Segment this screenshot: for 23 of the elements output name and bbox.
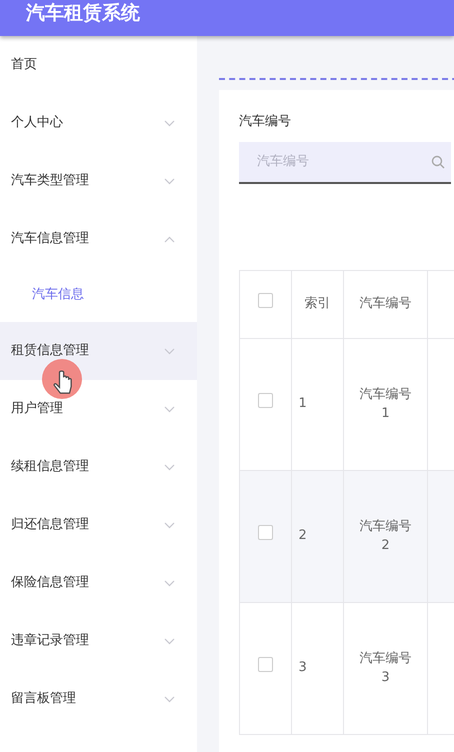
table-cell: 2 xyxy=(298,528,307,544)
table-cell-text: 汽车编号 2 xyxy=(358,518,412,555)
menu-item[interactable]: 汽车类型管理 xyxy=(0,152,197,210)
menu-item[interactable]: 用户管理 xyxy=(0,380,197,438)
menu-item[interactable]: 归还信息管理 xyxy=(0,496,197,554)
search-label: 汽车编号 xyxy=(239,113,292,131)
menu-item[interactable]: 汽车信息管理 xyxy=(0,210,197,268)
menu-item[interactable]: 首页 xyxy=(0,36,197,94)
menu-item[interactable]: 违章记录管理 xyxy=(0,612,197,670)
search-input[interactable]: 汽车编号 xyxy=(255,142,431,182)
table-cell: 1 xyxy=(298,396,307,412)
menu-item[interactable]: 保险信息管理 xyxy=(0,554,197,612)
table-cell-text: 汽车编号 1 xyxy=(358,386,412,423)
submenu-item[interactable]: 汽车信息 xyxy=(0,268,197,322)
menu-item[interactable]: 留言板管理 xyxy=(0,670,197,728)
table-cell-text: 汽车编号 3 xyxy=(358,650,412,687)
column-header: 索引 xyxy=(304,296,330,312)
column-header: 汽车编号 xyxy=(360,296,412,312)
table-cell: 3 xyxy=(298,660,307,676)
app-title: 汽车租赁系统 xyxy=(26,2,140,24)
search-field[interactable]: 汽车编号 xyxy=(239,142,451,184)
menu-item[interactable]: 个人中心 xyxy=(0,94,197,152)
menu-item[interactable]: 续租信息管理 xyxy=(0,438,197,496)
